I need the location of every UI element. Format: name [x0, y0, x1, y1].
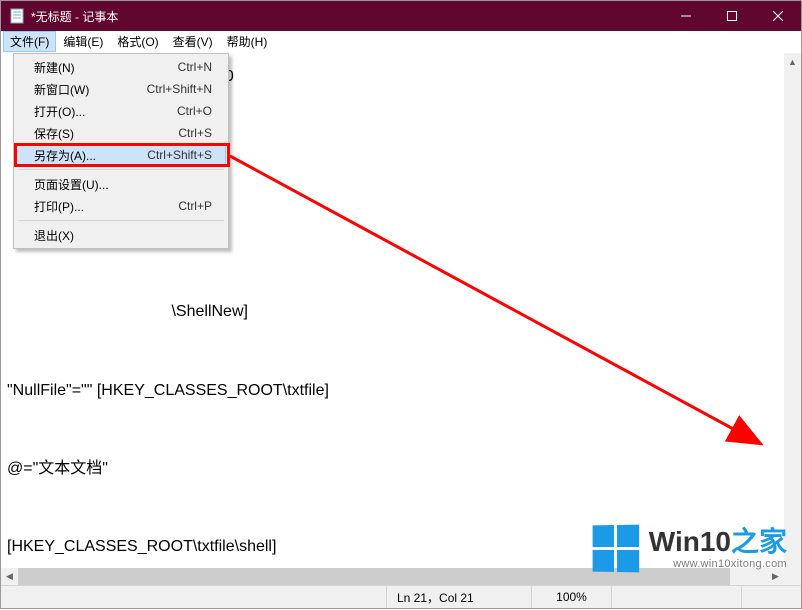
menu-view[interactable]: 查看(V)	[166, 31, 220, 52]
menu-item-label: 保存(S)	[34, 125, 74, 142]
maximize-button[interactable]	[709, 1, 755, 31]
menu-item-label: 打开(O)...	[34, 103, 85, 120]
status-eol	[741, 586, 801, 608]
menu-separator	[18, 169, 224, 170]
menu-separator	[18, 220, 224, 221]
file-menu-item[interactable]: 新建(N) Ctrl+N	[16, 56, 226, 78]
close-icon	[773, 11, 783, 21]
close-button[interactable]	[755, 1, 801, 31]
file-menu-item[interactable]: 打印(P)... Ctrl+P	[16, 195, 226, 217]
status-cursor-position: Ln 21，Col 21	[386, 586, 531, 608]
menu-edit[interactable]: 编辑(E)	[56, 31, 110, 52]
menu-item-label: 页面设置(U)...	[34, 176, 109, 193]
minimize-button[interactable]	[663, 1, 709, 31]
file-menu-item[interactable]: 另存为(A)... Ctrl+Shift+S	[16, 144, 226, 166]
menu-file[interactable]: 文件(F)	[3, 31, 56, 52]
menu-item-shortcut: Ctrl+O	[177, 104, 212, 118]
file-menu-item[interactable]: 页面设置(U)...	[16, 173, 226, 195]
menu-item-label: 另存为(A)...	[34, 147, 96, 164]
vertical-scrollbar[interactable]: ▲	[784, 53, 801, 568]
window-title: *无标题 - 记事本	[31, 8, 118, 25]
menu-bar: 文件(F) 编辑(E) 格式(O) 查看(V) 帮助(H)	[1, 31, 801, 53]
notepad-icon	[9, 8, 25, 24]
menu-item-shortcut: Ctrl+P	[178, 199, 212, 213]
file-menu-item[interactable]: 打开(O)... Ctrl+O	[16, 100, 226, 122]
status-bar: Ln 21，Col 21 100%	[1, 585, 801, 608]
scroll-up-button[interactable]: ▲	[784, 53, 801, 70]
file-menu-item[interactable]: 退出(X)	[16, 224, 226, 246]
horizontal-scrollbar[interactable]: ◀ ▶	[1, 568, 784, 585]
menu-item-shortcut: Ctrl+Shift+S	[147, 148, 212, 162]
menu-item-shortcut: Ctrl+Shift+N	[147, 82, 212, 96]
maximize-icon	[727, 11, 737, 21]
file-menu-item[interactable]: 新窗口(W) Ctrl+Shift+N	[16, 78, 226, 100]
menu-item-label: 新建(N)	[34, 59, 75, 76]
title-bar: *无标题 - 记事本	[1, 1, 801, 31]
file-menu-item[interactable]: 保存(S) Ctrl+S	[16, 122, 226, 144]
status-zoom: 100%	[531, 586, 611, 608]
menu-item-shortcut: Ctrl+N	[178, 60, 212, 74]
menu-item-label: 退出(X)	[34, 227, 74, 244]
h-scroll-track[interactable]	[18, 568, 767, 585]
h-scroll-thumb[interactable]	[18, 568, 730, 585]
menu-item-label: 新窗口(W)	[34, 81, 89, 98]
status-encoding	[611, 586, 741, 608]
file-menu-dropdown: 新建(N) Ctrl+N 新窗口(W) Ctrl+Shift+N 打开(O)... Ctr…	[13, 53, 229, 249]
menu-help[interactable]: 帮助(H)	[220, 31, 275, 52]
scroll-left-button[interactable]: ◀	[1, 568, 18, 585]
menu-item-shortcut: Ctrl+S	[178, 126, 212, 140]
menu-item-label: 打印(P)...	[34, 198, 84, 215]
scrollbar-corner	[784, 568, 801, 585]
menu-format[interactable]: 格式(O)	[110, 31, 165, 52]
scroll-right-button[interactable]: ▶	[767, 568, 784, 585]
minimize-icon	[681, 11, 691, 21]
